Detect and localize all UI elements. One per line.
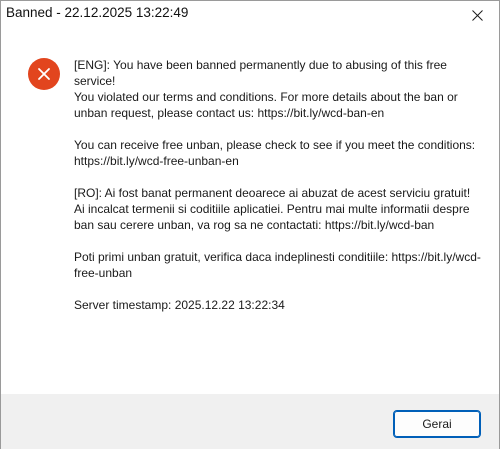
ok-button[interactable]: Gerai (393, 410, 481, 438)
dialog-content: [ENG]: You have been banned permanently … (1, 29, 499, 394)
message-text: [ENG]: You have been banned permanently … (74, 57, 484, 313)
title-bar[interactable]: Banned - 22.12.2025 13:22:49 (1, 1, 499, 29)
close-icon (471, 9, 483, 21)
message-ro-unban: Poti primi unban gratuit, verifica daca … (74, 250, 481, 280)
message-eng-banned: [ENG]: You have been banned permanently … (74, 58, 447, 88)
message-ro-details: Ai incalcat termenii si coditiile aplica… (74, 202, 470, 232)
window-title: Banned - 22.12.2025 13:22:49 (6, 5, 189, 20)
message-box-window: Banned - 22.12.2025 13:22:49 [ENG]: You … (0, 0, 500, 449)
message-eng-unban: You can receive free unban, please check… (74, 138, 476, 168)
server-timestamp: Server timestamp: 2025.12.22 13:22:34 (74, 298, 285, 312)
error-icon (28, 58, 60, 90)
close-button[interactable] (455, 1, 499, 29)
message-eng-details: You violated our terms and conditions. F… (74, 90, 458, 120)
message-ro-banned: [RO]: Ai fost banat permanent deoarece a… (74, 186, 471, 200)
button-bar: Gerai (1, 394, 499, 449)
